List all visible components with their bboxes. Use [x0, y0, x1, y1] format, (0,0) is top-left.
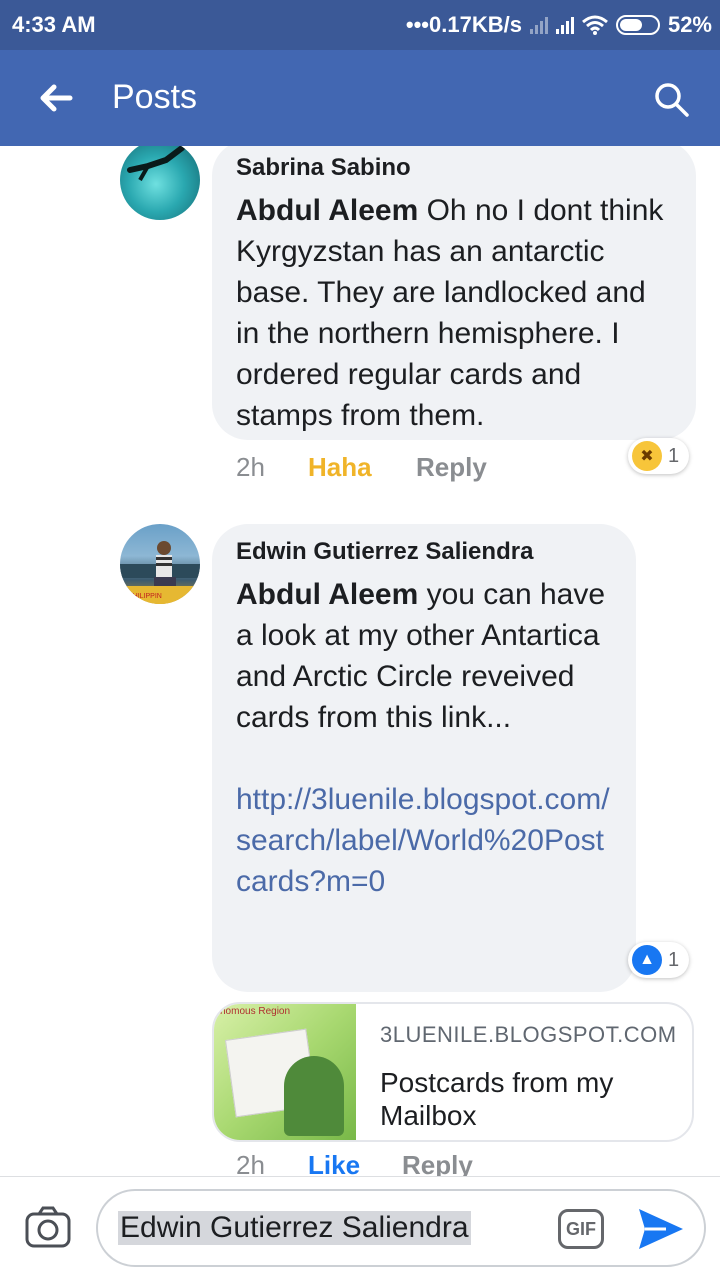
comment-bubble[interactable]: Edwin Gutierrez Saliendra Abdul Aleem yo…	[212, 524, 636, 992]
reaction-summary[interactable]: ▲ 1	[628, 942, 690, 978]
signal-icon	[555, 16, 574, 34]
search-icon[interactable]	[652, 80, 692, 120]
status-right: •••0.17KB/s 52%	[406, 12, 712, 38]
app-toolbar: Posts	[0, 50, 720, 146]
comment-author[interactable]: Sabrina Sabino	[236, 154, 672, 182]
like-thumb-icon: ▲	[632, 945, 662, 975]
battery-icon	[615, 15, 660, 35]
mention-link[interactable]: Abdul Aleem	[236, 194, 418, 227]
comment-actions: 2h Like Reply	[236, 1150, 473, 1176]
person-photo-icon: PHILIPPIN	[120, 541, 200, 604]
svg-text:PHILIPPIN: PHILIPPIN	[128, 593, 162, 600]
reaction-button[interactable]: Haha	[308, 452, 416, 483]
comment-input[interactable]: Edwin Gutierrez Saliendra GIF	[96, 1189, 706, 1267]
reaction-count: 1	[668, 948, 680, 971]
page-title: Posts	[112, 78, 198, 116]
avatar[interactable]	[120, 146, 200, 220]
palm-tree-image	[284, 1056, 344, 1136]
diver-icon	[127, 146, 185, 181]
thumbnail-caption: nomous Region	[220, 1006, 291, 1017]
comment-time: 2h	[236, 1150, 265, 1176]
comment-composer: Edwin Gutierrez Saliendra GIF	[0, 1176, 720, 1281]
comment-body: Oh no I dont think Kyrgyzstan has an ant…	[236, 194, 664, 432]
reaction-count: 1	[668, 444, 680, 467]
reply-button[interactable]: Reply	[402, 1150, 473, 1176]
link-domain: 3LUENILE.BLOGSPOT.COM	[380, 1022, 677, 1047]
link-thumbnail: nomous Region	[214, 1004, 356, 1140]
comment-text: Abdul Aleem Oh no I dont think Kyrgyzsta…	[236, 190, 672, 436]
net-speed: •••0.17KB/s	[405, 12, 522, 37]
back-arrow-icon[interactable]	[36, 78, 76, 118]
status-time: 4:33 AM	[12, 12, 96, 37]
like-button[interactable]: Like	[308, 1150, 402, 1176]
comment-bubble[interactable]: Sabrina Sabino Abdul Aleem Oh no I dont …	[212, 146, 696, 440]
comment-actions: 2h Haha Reply	[236, 452, 487, 483]
send-icon[interactable]	[636, 1205, 686, 1253]
comment-time: 2h	[236, 452, 265, 482]
link-title: Postcards from my Mailbox	[380, 1067, 614, 1131]
camera-icon[interactable]	[24, 1205, 72, 1249]
avatar[interactable]: PHILIPPIN	[120, 524, 200, 604]
battery-percent: 52%	[667, 12, 712, 37]
status-bar: 4:33 AM •••0.17KB/s 52%	[0, 0, 720, 50]
haha-emoji-icon: ✖	[632, 441, 662, 471]
gif-button[interactable]: GIF	[558, 1209, 604, 1249]
reaction-summary[interactable]: ✖ 1	[628, 438, 690, 474]
comment-input-value[interactable]: Edwin Gutierrez Saliendra	[118, 1211, 471, 1245]
comments-feed[interactable]: Sabrina Sabino Abdul Aleem Oh no I dont …	[0, 146, 720, 1176]
signal-icon	[529, 16, 548, 34]
mention-link[interactable]: Abdul Aleem	[236, 578, 418, 611]
url-link[interactable]: http://3luenile.blogspot.com/search/labe…	[236, 783, 610, 898]
link-preview-card[interactable]: nomous Region 3LUENILE.BLOGSPOT.COM Post…	[212, 1002, 694, 1142]
reply-button[interactable]: Reply	[416, 452, 487, 483]
comment-author[interactable]: Edwin Gutierrez Saliendra	[236, 538, 612, 566]
wifi-icon	[581, 15, 608, 35]
comment-text: Abdul Aleem you can have a look at my ot…	[236, 574, 612, 902]
